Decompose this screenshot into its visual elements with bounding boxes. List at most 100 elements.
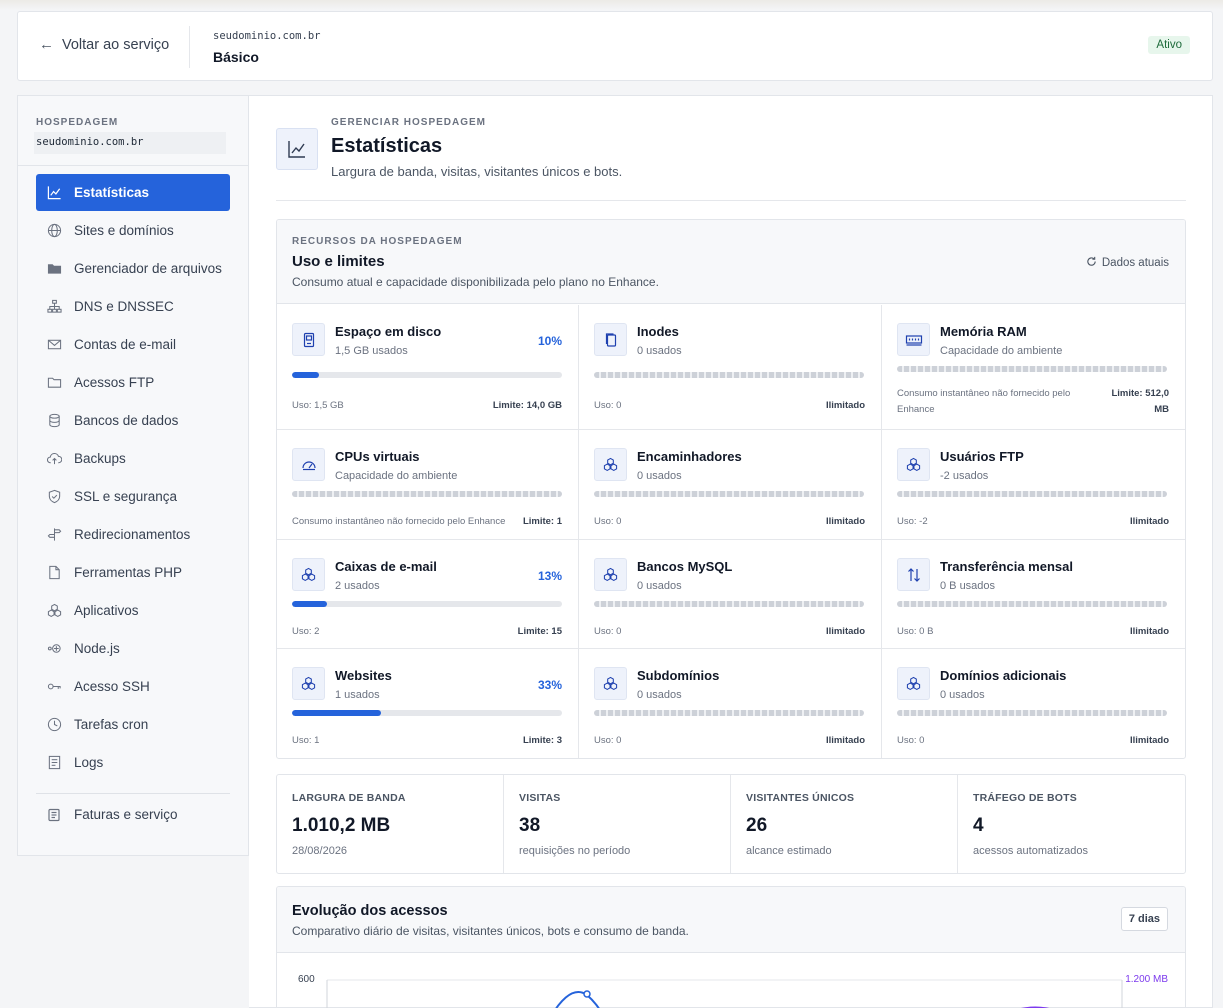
stat-note: requisições no período <box>519 845 631 857</box>
resource-footer-left: Uso: 1 <box>292 735 320 746</box>
resource-unlimited-bar <box>594 372 864 378</box>
sidebar-item-label: Acessos FTP <box>74 375 155 390</box>
resource-footer-left: Consumo instantâneo não fornecido pelo E… <box>897 388 1071 415</box>
resource-name: Domínios adicionais <box>940 668 1067 683</box>
arrow-left-icon: ← <box>39 36 54 53</box>
resource-footer-left: Uso: -2 <box>897 516 928 527</box>
sidebar-item-15[interactable]: Tarefas cron <box>36 706 230 743</box>
resources-grid: Espaço em disco 1,5 GB usados 10% Uso: 1,5 … <box>277 305 1185 758</box>
key-icon <box>46 679 62 695</box>
stat-label: LARGURA DE BANDA <box>292 792 406 804</box>
resource-footer-right: Ilimitado <box>825 735 865 746</box>
resource-usage: 0 B usados <box>940 580 996 592</box>
resource-unlimited-bar <box>594 491 864 497</box>
range-button[interactable]: 7 dias <box>1120 907 1168 931</box>
live-data-indicator: Dados atuais <box>1086 256 1169 270</box>
live-data-label: Dados atuais <box>1101 257 1169 269</box>
back-to-service-link[interactable]: ← Voltar ao serviço <box>39 36 169 53</box>
cubes-icon <box>594 558 627 591</box>
resource-footer-right: Limite: 3 <box>522 735 562 746</box>
resource-card: Transferência mensal 0 B usados Uso: 0 B Il… <box>882 540 1185 649</box>
cloud-upload-icon <box>46 451 62 467</box>
sidebar-item-4[interactable]: DNS e DNSSEC <box>36 288 230 325</box>
resource-usage: 0 usados <box>637 470 682 482</box>
refresh-icon <box>1086 256 1097 270</box>
sidebar-item-label: Backups <box>74 451 126 466</box>
sidebar-item-13[interactable]: Node.js <box>36 630 230 667</box>
resource-unlimited-bar <box>292 491 562 497</box>
resource-footer-right: Ilimitado <box>1129 516 1169 527</box>
sidebar-item-16[interactable]: Logs <box>36 744 230 781</box>
files-icon <box>594 323 627 356</box>
resource-card: Bancos MySQL 0 usados Uso: 0 Ilimitado <box>579 540 882 649</box>
sidebar-divider <box>18 165 248 166</box>
sidebar-item-2[interactable]: Sites e domínios <box>36 212 230 249</box>
resource-card: Memória RAM Capacidade do ambiente Consumo… <box>882 305 1185 430</box>
network-icon <box>46 299 62 315</box>
evolution-chart <box>326 979 1123 1008</box>
folder-icon <box>46 375 62 391</box>
resource-footer-left: Uso: 0 <box>594 735 622 746</box>
sidebar-item-10[interactable]: Redirecionamentos <box>36 516 230 553</box>
resource-percent: 10% <box>537 334 562 348</box>
sidebar-item-5[interactable]: Contas de e-mail <box>36 326 230 363</box>
resource-footer-right: Ilimitado <box>825 516 865 527</box>
resource-name: Transferência mensal <box>940 559 1073 574</box>
resource-usage: 0 usados <box>637 345 682 357</box>
resource-name: Memória RAM <box>940 324 1027 339</box>
resource-unlimited-bar <box>594 601 864 607</box>
summary-stat: LARGURA DE BANDA 1.010,2 MB 28/08/2026 <box>277 775 504 873</box>
ram-icon <box>897 323 930 356</box>
resource-usage: Capacidade do ambiente <box>335 470 458 482</box>
resource-card: Domínios adicionais 0 usados Uso: 0 Ilimita… <box>882 649 1185 758</box>
cubes-icon <box>292 667 325 700</box>
cubes-icon <box>594 448 627 481</box>
stat-value: 26 <box>746 815 768 836</box>
sidebar-item-3[interactable]: Gerenciador de arquivos <box>36 250 230 287</box>
resource-unlimited-bar <box>897 710 1167 716</box>
sidebar-item-11[interactable]: Ferramentas PHP <box>36 554 230 591</box>
evolution-title: Evolução dos acessos <box>292 903 448 919</box>
resource-name: Espaço em disco <box>335 324 442 339</box>
resource-footer-right: Ilimitado <box>825 400 865 411</box>
shield-icon <box>46 489 62 505</box>
summary-stat: VISITANTES ÚNICOS 26 alcance estimado <box>731 775 958 873</box>
sidebar-item-8[interactable]: Backups <box>36 440 230 477</box>
sidebar-item-label: Logs <box>74 755 104 770</box>
resource-footer-left: Uso: 0 <box>594 400 622 411</box>
resource-footer-left: Uso: 0 <box>594 626 622 637</box>
resource-card: Websites 1 usados 33% Uso: 1 Limite: 3 <box>277 649 579 758</box>
sidebar-item-9[interactable]: SSL e segurança <box>36 478 230 515</box>
mail-icon <box>46 337 62 353</box>
header-domain: seudominio.com.br <box>213 30 321 42</box>
sidebar-item-12[interactable]: Aplicativos <box>36 592 230 629</box>
cubes-icon <box>594 667 627 700</box>
stat-label: TRÁFEGO DE BOTS <box>973 792 1077 804</box>
resource-card: Espaço em disco 1,5 GB usados 10% Uso: 1,5 … <box>277 305 579 430</box>
resource-progress-bar <box>292 372 562 378</box>
sidebar-item-label: SSL e segurança <box>74 489 178 504</box>
resources-header: RECURSOS DA HOSPEDAGEM Uso e limites Con… <box>277 220 1185 304</box>
sidebar-item-label: Estatísticas <box>74 185 150 200</box>
sidebar-domain: seudominio.com.br <box>34 132 226 154</box>
resources-title: Uso e limites <box>292 253 385 270</box>
sidebar-item-1[interactable]: Estatísticas <box>36 174 230 211</box>
resource-usage: -2 usados <box>940 470 989 482</box>
clock-icon <box>46 717 62 733</box>
resource-card: Subdomínios 0 usados Uso: 0 Ilimitado <box>579 649 882 758</box>
top-shadow <box>0 0 1223 10</box>
resource-progress-fill <box>292 601 328 607</box>
cubes-icon <box>897 448 930 481</box>
sidebar-item-label: Contas de e-mail <box>74 337 177 352</box>
sidebar-item-6[interactable]: Acessos FTP <box>36 364 230 401</box>
disk-icon <box>292 323 325 356</box>
resource-footer-right: Ilimitado <box>1129 626 1169 637</box>
page-eyebrow: GERENCIAR HOSPEDAGEM <box>331 117 487 128</box>
sidebar-item-faturas[interactable]: Faturas e serviço <box>36 796 230 833</box>
sidebar-item-14[interactable]: Acesso SSH <box>36 668 230 705</box>
sidebar-item-7[interactable]: Bancos de dados <box>36 402 230 439</box>
resource-usage: 0 usados <box>637 689 682 701</box>
sidebar-item-label: Sites e domínios <box>74 223 174 238</box>
sidebar-item-label: Gerenciador de arquivos <box>74 261 222 276</box>
resource-name: Subdomínios <box>637 668 720 683</box>
